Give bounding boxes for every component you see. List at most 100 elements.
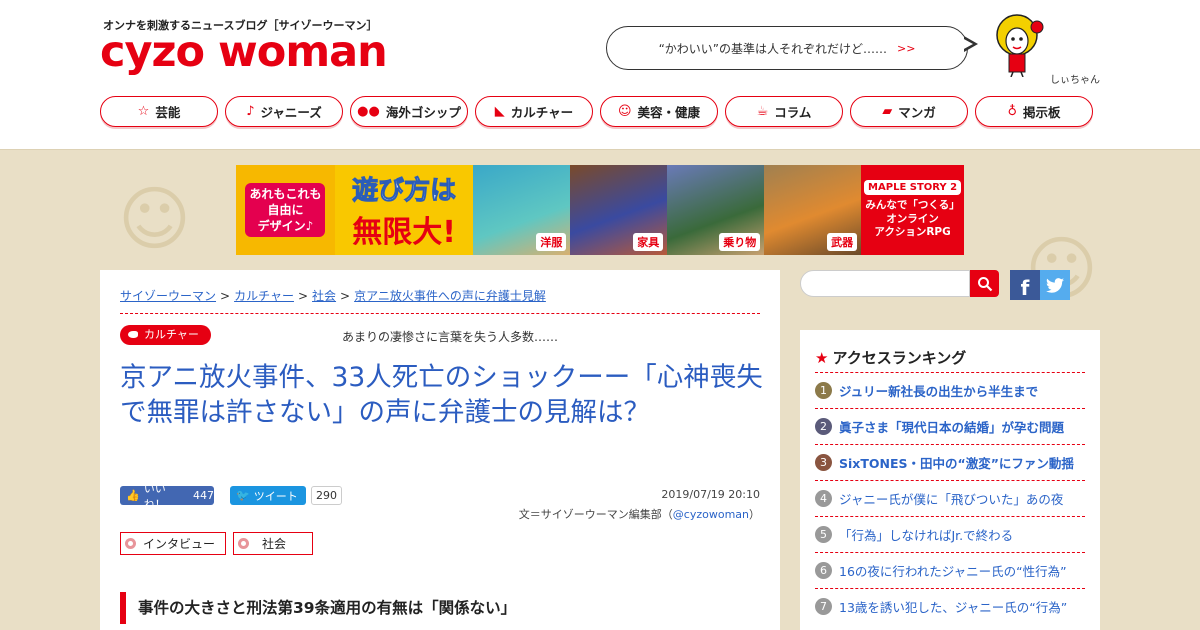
face-mask-icon: ☺ (617, 104, 632, 119)
banner-left-text: あれもこれも 自由に デザイン♪ (245, 182, 326, 238)
divider (120, 313, 760, 314)
mic-icon: ♪ (246, 104, 255, 119)
mascot-icon (996, 14, 1044, 77)
tweet-label: ツイート (253, 489, 298, 503)
breadcrumb-link-society[interactable]: 社会 (312, 289, 336, 303)
author-twitter-link[interactable]: @cyzowoman (673, 508, 749, 521)
ranking-item[interactable]: 3 SixTONES・田中の“激変”にファン動揺 (815, 444, 1085, 480)
rank-number: 4 (815, 490, 832, 507)
banner-right-panel: MAPLE STORY 2 みんなで「つくる」 オンライン アクションRPG (861, 165, 964, 255)
search-icon (977, 276, 992, 291)
ranking-item[interactable]: 6 16の夜に行われたジャニー氏の“性行為” (815, 552, 1085, 588)
banner-panel-weapons: 武器 (764, 165, 862, 255)
nav-label: 掲示板 (1023, 105, 1061, 120)
banner-right-text: みんなで「つくる」 オンライン アクションRPG (865, 199, 960, 239)
facebook-share-button[interactable]: f (1010, 270, 1040, 300)
breadcrumb-separator: > (297, 289, 309, 303)
banner-brand-logo: MAPLE STORY 2 (864, 180, 962, 196)
rank-number: 1 (815, 382, 832, 399)
nav-label: 芸能 (155, 105, 181, 120)
rank-number: 6 (815, 562, 832, 579)
shoe-icon: ◣ (494, 104, 505, 119)
article-main: サイゾーウーマン > カルチャー > 社会 > 京アニ放火事件への声に弁護士見解 カルチャー… (100, 270, 780, 630)
twitter-share-button[interactable] (1040, 270, 1070, 300)
speech-bubble-link[interactable]: “かわいい”の基準は人それぞれだけど…… >> (606, 26, 968, 70)
ranking-item[interactable]: 4 ジャニー氏が僕に「飛びついた」あの夜 (815, 480, 1085, 516)
bubble-more: >> (897, 41, 916, 55)
book-icon: ▰ (882, 104, 893, 119)
banner-panel-label: 乗り物 (719, 233, 761, 251)
category-nav: ☆ 芸能 ♪ ジャニーズ ●● 海外ゴシップ ◣ カルチャー ☺ 美容・健康 ☕ コラム ▰… (100, 96, 1100, 128)
nav-item-bbs[interactable]: ♁ 掲示板 (975, 96, 1093, 127)
ranking-link[interactable]: SixTONES・田中の“激変”にファン動揺 (839, 453, 1074, 472)
category-badge[interactable]: カルチャー (120, 325, 211, 345)
banner-title-1: 遊び方は (352, 175, 457, 206)
thumbs-up-icon: 👍 (126, 489, 140, 502)
banner-title-2: 無限大! (352, 214, 456, 250)
twitter-bird-icon: 🐦 (236, 489, 250, 502)
site-logo[interactable]: cyzo woman (100, 28, 388, 76)
like-label: いいね！ (143, 481, 166, 511)
banner-title: 遊び方は 無限大! (334, 165, 474, 255)
breadcrumb-separator: > (220, 289, 231, 303)
search-button[interactable] (970, 270, 999, 297)
publish-date: 2019/07/19 20:10 (661, 488, 760, 501)
ranking-item[interactable]: 7 13歳を誘い犯した、ジャニー氏の“行為” (815, 588, 1085, 624)
nav-item-entertainment[interactable]: ☆ 芸能 (100, 96, 218, 127)
banner-panel-vehicles: 乗り物 (667, 165, 765, 255)
banner-panel-furniture: 家具 (570, 165, 668, 255)
article-author: 文＝サイゾーウーマン編集部（@cyzowoman） (519, 506, 760, 522)
tweet-count: 290 (311, 486, 342, 505)
nav-item-column[interactable]: ☕ コラム (725, 96, 843, 127)
nav-item-manga[interactable]: ▰ マンガ (850, 96, 968, 127)
ranking-link[interactable]: 眞子さま「現代日本の結婚」が孕む問題 (839, 417, 1064, 436)
ranking-link[interactable]: 「行為」しなければJr.で終わる (839, 525, 1013, 544)
breadcrumb: サイゾーウーマン > カルチャー > 社会 > 京アニ放火事件への声に弁護士見解 (120, 287, 546, 304)
search-input[interactable] (800, 270, 970, 297)
rank-number: 2 (815, 418, 832, 435)
tag-society[interactable]: 社会 (233, 532, 313, 555)
access-ranking: ★ アクセスランキング 1 ジュリー新社長の出生から半生まで 2 眞子さま「現代日本の… (800, 330, 1100, 630)
ranking-title-text: アクセスランキング (832, 349, 967, 367)
tweet-button[interactable]: 🐦 ツイート (230, 486, 306, 505)
banner-panel-label: 洋服 (536, 233, 567, 251)
breadcrumb-link-home[interactable]: サイゾーウーマン (120, 289, 216, 303)
nav-label: ジャニーズ (260, 105, 322, 120)
ranking-item[interactable]: 2 眞子さま「現代日本の結婚」が孕む問題 (815, 408, 1085, 444)
breadcrumb-link-current[interactable]: 京アニ放火事件への声に弁護士見解 (354, 289, 546, 303)
mascot-name: しぃちゃん (1050, 75, 1100, 86)
author-suffix: ） (749, 508, 760, 521)
article-title: 京アニ放火事件、33人死亡のショックーー「心神喪失で無罪は許さない」の声に弁護士… (120, 362, 763, 428)
facebook-like-button[interactable]: 👍 いいね！ 447 (120, 482, 214, 511)
nav-item-culture[interactable]: ◣ カルチャー (475, 96, 593, 127)
ranking-link[interactable]: ジャニー氏が僕に「飛びついた」あの夜 (839, 489, 1063, 508)
bubble-text: “かわいい”の基準は人それぞれだけど…… (658, 41, 887, 56)
section-heading: 事件の大きさと刑法第39条適用の有無は「関係ない」 (120, 592, 760, 624)
ad-banner[interactable]: あれもこれも 自由に デザイン♪ 遊び方は 無限大! 洋服 家具 乗り物 武器 … (236, 165, 964, 255)
nav-item-johnnys[interactable]: ♪ ジャニーズ (225, 96, 343, 127)
twitter-icon (1046, 277, 1064, 293)
nav-label: カルチャー (510, 105, 574, 120)
nav-label: 海外ゴシップ (385, 105, 461, 120)
ranking-item[interactable]: 1 ジュリー新社長の出生から半生まで (815, 372, 1085, 408)
background-mascot-left: ☺ (118, 178, 191, 260)
ranking-link[interactable]: 16の夜に行われたジャニー氏の“性行為” (839, 561, 1067, 580)
nav-label: マンガ (898, 105, 936, 120)
tag-interview[interactable]: インタビュー (120, 532, 226, 555)
like-count: 447 (193, 489, 214, 502)
banner-left-panel: あれもこれも 自由に デザイン♪ (236, 165, 335, 255)
rank-number: 7 (815, 598, 832, 615)
rank-number: 3 (815, 454, 832, 471)
nav-item-beauty-health[interactable]: ☺ 美容・健康 (600, 96, 718, 127)
ranking-item[interactable]: 5 「行為」しなければJr.で終わる (815, 516, 1085, 552)
ranking-link[interactable]: 13歳を誘い犯した、ジャニー氏の“行為” (839, 597, 1067, 616)
site-header: オンナを刺激するニュースブログ［サイゾーウーマン］ cyzo woman “かわ… (0, 0, 1200, 150)
author-prefix: 文＝サイゾーウーマン編集部（ (518, 508, 673, 521)
star-icon: ☆ (137, 104, 150, 119)
teacup-icon: ☕ (756, 104, 769, 119)
breadcrumb-link-culture[interactable]: カルチャー (234, 289, 294, 303)
article-subtitle: あまりの凄惨さに言葉を失う人多数…… (342, 330, 559, 344)
nav-item-overseas-gossip[interactable]: ●● 海外ゴシップ (350, 96, 468, 127)
ranking-link[interactable]: ジュリー新社長の出生から半生まで (839, 381, 1038, 400)
ranking-list: 1 ジュリー新社長の出生から半生まで 2 眞子さま「現代日本の結婚」が孕む問題 3S… (815, 372, 1085, 624)
